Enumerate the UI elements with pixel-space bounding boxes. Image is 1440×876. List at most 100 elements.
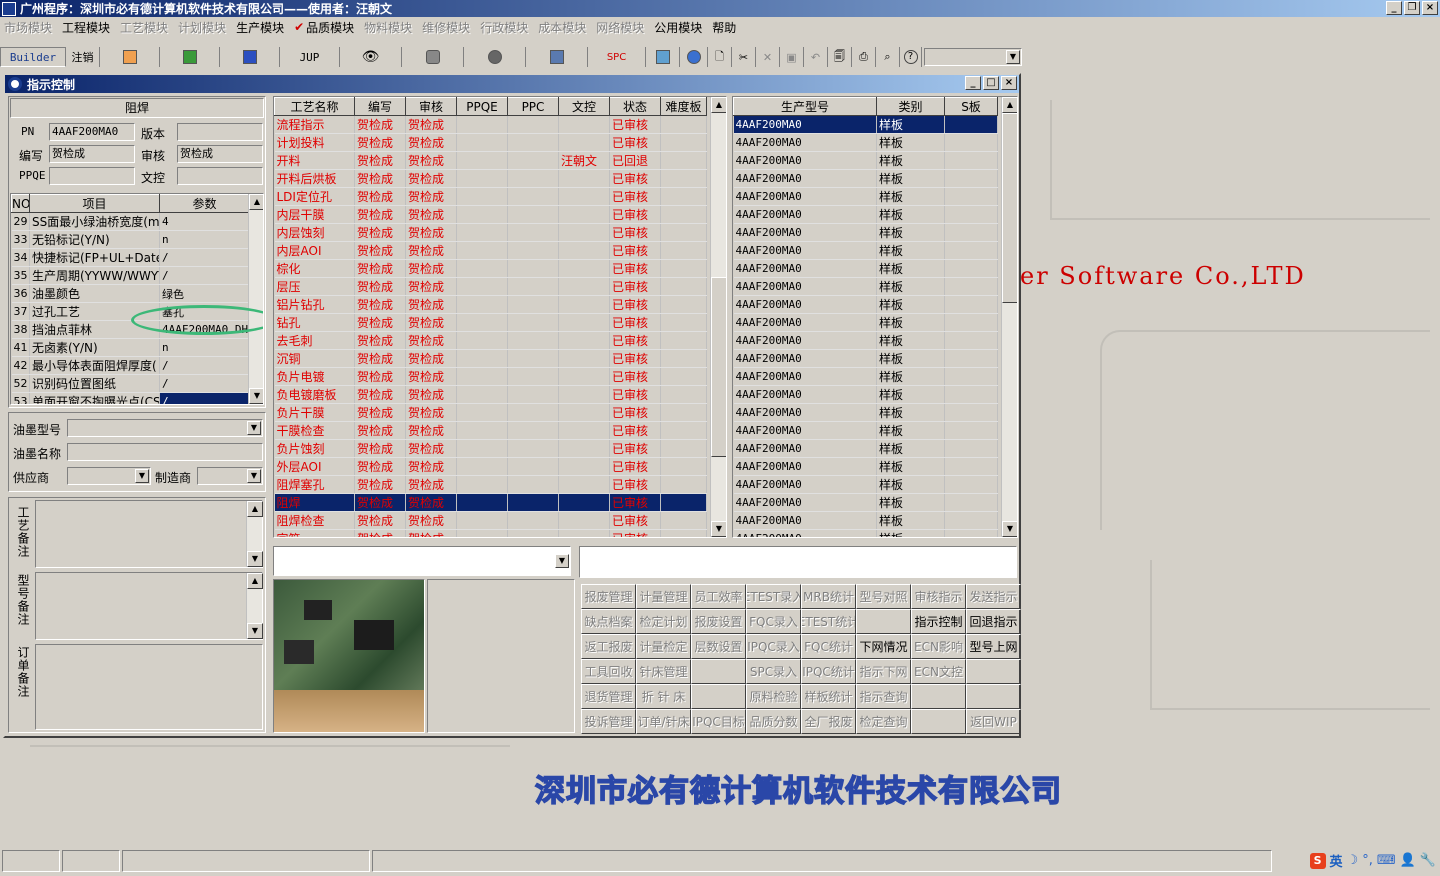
process-cell[interactable] (507, 529, 559, 537)
model-row[interactable]: 4AAF200MA0样板 (733, 205, 998, 224)
model-cell[interactable]: 4AAF200MA0 (733, 511, 877, 530)
model-cell[interactable]: 4AAF200MA0 (733, 205, 877, 224)
process-row[interactable]: 干膜检查 贺检成 贺检成 已审核 (274, 421, 707, 440)
process-cell[interactable] (507, 151, 559, 170)
process-cell[interactable] (558, 403, 610, 422)
process-header-0[interactable]: 工艺名称 (274, 97, 355, 116)
process-cell[interactable] (558, 295, 610, 314)
process-cell[interactable]: 已回退 (609, 151, 661, 170)
process-cell[interactable] (660, 511, 707, 530)
process-cell[interactable]: 贺检成 (354, 529, 406, 537)
process-cell[interactable] (558, 241, 610, 260)
model-row[interactable]: 4AAF200MA0样板 (733, 187, 998, 206)
model-cell[interactable]: 样板 (876, 133, 945, 152)
process-cell[interactable] (507, 403, 559, 422)
model-cell[interactable]: 4AAF200MA0 (733, 259, 877, 278)
process-cell[interactable]: 贺检成 (405, 295, 457, 314)
ime-language[interactable]: 英 (1330, 851, 1343, 870)
ppqe-field[interactable] (49, 167, 135, 185)
function-button-28[interactable]: IPQC统计 (801, 659, 856, 684)
param-value-cell[interactable]: / (159, 374, 250, 393)
process-cell[interactable]: 已审核 (609, 205, 661, 224)
param-value-cell[interactable]: 4 (159, 212, 250, 231)
process-cell[interactable]: 贺检成 (405, 349, 457, 368)
param-header-0[interactable]: NO (11, 194, 30, 213)
model-cell[interactable]: 4AAF200MA0 (733, 529, 877, 537)
function-button-21[interactable]: 下网情况 (856, 634, 911, 659)
function-button-9[interactable]: 检定计划 (636, 609, 691, 634)
function-button-32[interactable]: 退货管理 (581, 684, 636, 709)
process-cell[interactable]: 贺检成 (354, 151, 406, 170)
model-cell[interactable] (944, 403, 998, 422)
process-cell[interactable]: 贺检成 (354, 439, 406, 458)
model-cell[interactable] (944, 475, 998, 494)
process-cell[interactable] (507, 331, 559, 350)
model-row[interactable]: 4AAF200MA0样板 (733, 277, 998, 296)
process-header-4[interactable]: PPC (507, 97, 559, 116)
process-cell[interactable]: 负电镀磨板 (274, 385, 355, 404)
process-cell[interactable]: LDI定位孔 (274, 187, 355, 206)
process-row[interactable]: 阻焊检查 贺检成 贺检成 已审核 (274, 511, 707, 530)
close-button[interactable]: × (1422, 1, 1438, 15)
process-row[interactable]: 沉铜 贺检成 贺检成 已审核 (274, 349, 707, 368)
function-button-22[interactable]: ECN影响 (911, 634, 966, 659)
param-row[interactable]: 34快捷标记(FP+UL+DateCo/ (11, 248, 250, 267)
function-button-26[interactable] (691, 659, 746, 684)
process-cell[interactable] (558, 349, 610, 368)
process-cell[interactable] (507, 367, 559, 386)
process-cell[interactable]: 已审核 (609, 511, 661, 530)
function-button-19[interactable]: IPQC录入 (746, 634, 801, 659)
process-cell[interactable] (507, 169, 559, 188)
function-button-34[interactable] (691, 684, 746, 709)
restore-button[interactable]: ❐ (1404, 1, 1420, 15)
function-button-12[interactable]: ETEST统计 (801, 609, 856, 634)
globe-button[interactable] (680, 47, 708, 67)
process-cell[interactable] (558, 385, 610, 404)
process-cell[interactable] (660, 133, 707, 152)
function-button-1[interactable]: 计量管理 (636, 584, 691, 609)
process-cell[interactable] (558, 421, 610, 440)
process-cell[interactable] (558, 169, 610, 188)
model-cell[interactable] (944, 295, 998, 314)
process-cell[interactable] (660, 331, 707, 350)
process-cell[interactable] (507, 115, 559, 134)
model-row[interactable]: 4AAF200MA0样板 (733, 295, 998, 314)
param-item-cell[interactable]: 无铅标记(Y/N) (29, 230, 160, 249)
process-cell[interactable]: 贺检成 (405, 457, 457, 476)
database-button[interactable] (402, 47, 464, 67)
process-row[interactable]: 负片干膜 贺检成 贺检成 已审核 (274, 403, 707, 422)
function-button-10[interactable]: 报废设置 (691, 609, 746, 634)
model-cell[interactable] (944, 259, 998, 278)
bottom-combo[interactable]: ▼ (273, 546, 571, 576)
process-cell[interactable] (558, 511, 610, 530)
process-cell[interactable] (507, 439, 559, 458)
process-cell[interactable]: 贺检成 (354, 259, 406, 278)
model-cell[interactable]: 4AAF200MA0 (733, 349, 877, 368)
process-cell[interactable] (456, 493, 508, 512)
process-cell[interactable]: 贺检成 (354, 367, 406, 386)
model-cell[interactable]: 样板 (876, 475, 945, 494)
process-cell[interactable]: 已审核 (609, 223, 661, 242)
process-cell[interactable]: 钻孔 (274, 313, 355, 332)
function-button-45[interactable]: 检定查询 (856, 709, 911, 734)
param-item-cell[interactable]: 生产周期(YYWW/WWYY) (29, 266, 160, 285)
param-row[interactable]: 42 最小导体表面阻焊厚度(/ (11, 356, 250, 375)
param-item-cell[interactable]: 识别码位置图纸 (29, 374, 160, 393)
process-header-6[interactable]: 状态 (609, 97, 661, 116)
model-header-0[interactable]: 生产型号 (733, 97, 877, 116)
process-cell[interactable] (456, 313, 508, 332)
scroll-up-icon[interactable]: ▲ (247, 501, 263, 517)
supplier-select[interactable]: ▼ (67, 467, 151, 485)
process-cell[interactable]: 贺检成 (405, 529, 457, 537)
process-cell[interactable] (660, 493, 707, 512)
param-row[interactable]: 36 油墨颜色 绿色 (11, 284, 250, 303)
function-button-33[interactable]: 折 针 床 (636, 684, 691, 709)
function-button-40[interactable]: 投诉管理 (581, 709, 636, 734)
model-row[interactable]: 4AAF200MA0样板 (733, 511, 998, 530)
model-cell[interactable]: 样板 (876, 457, 945, 476)
process-cell[interactable]: 沉铜 (274, 349, 355, 368)
model-cell[interactable]: 样板 (876, 313, 945, 332)
function-button-15[interactable]: 回退指示 (966, 609, 1021, 634)
function-button-6[interactable]: 审核指示 (911, 584, 966, 609)
model-cell[interactable]: 样板 (876, 511, 945, 530)
